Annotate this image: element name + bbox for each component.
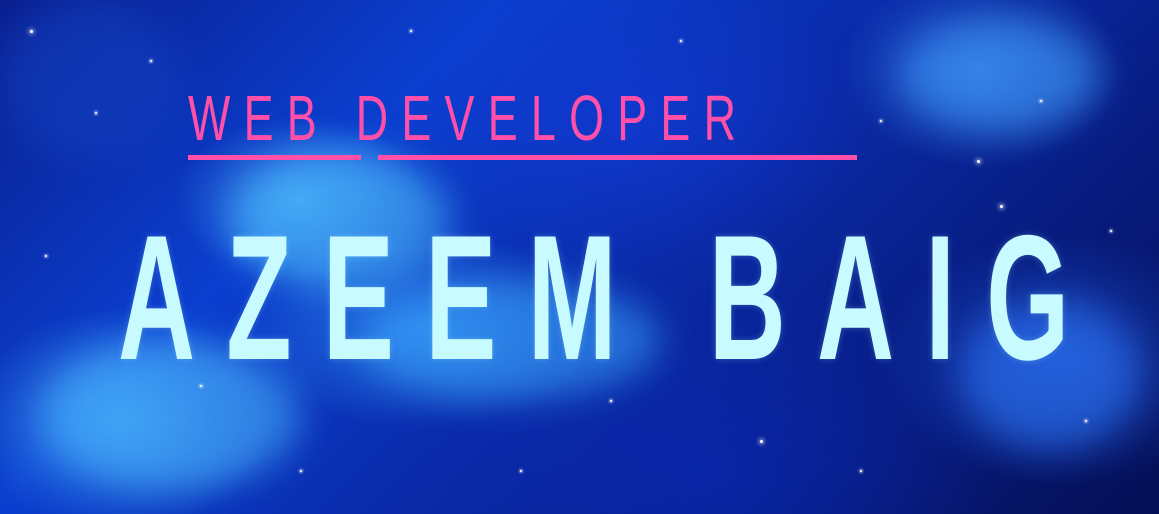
star [45,255,47,257]
nebula-cloud [0,0,180,160]
nebula-cloud [900,20,1100,130]
star [760,440,763,443]
star [300,470,302,472]
star [1040,100,1042,102]
star [150,60,152,62]
star [1110,230,1112,232]
star [410,30,412,32]
star [680,40,682,42]
subtitle: WEB DEVELOPER [188,82,750,154]
star [860,470,862,472]
star [977,160,980,163]
star [30,30,33,33]
star [95,112,97,114]
star [1085,420,1087,422]
star [880,120,882,122]
subtitle-underline [378,155,857,160]
star [610,400,612,402]
star [520,470,522,472]
page-title: AZEEM BAIG [118,198,1101,397]
subtitle-underline [188,155,361,160]
banner: WEB DEVELOPER AZEEM BAIG [0,0,1159,514]
